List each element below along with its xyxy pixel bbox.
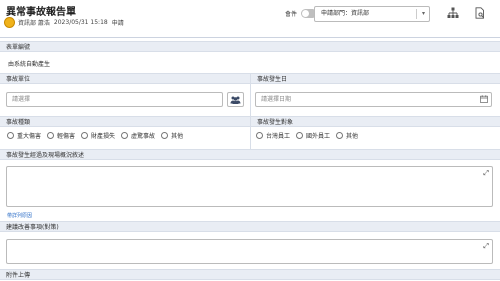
target-header: 事故發生對象 <box>251 116 500 127</box>
target-option[interactable]: 其他 <box>336 131 358 140</box>
target-radio-group: 台灣員工 國外員工 其他 <box>256 131 364 140</box>
calendar-icon[interactable] <box>480 95 488 103</box>
description-textarea[interactable]: ⤢ <box>6 166 493 207</box>
suggestion-header: 建議改善事項(對策) <box>0 221 500 232</box>
expand-icon[interactable]: ⤢ <box>483 169 489 178</box>
suggestion-textarea[interactable]: ⤢ <box>6 239 493 264</box>
pick-unit-button[interactable] <box>227 92 244 107</box>
attachment-header: 附件上傳 <box>0 269 500 280</box>
category-option[interactable]: 財產損失 <box>81 131 115 140</box>
date-header: 事故發生日 <box>251 73 500 84</box>
users-icon <box>230 96 241 104</box>
document-search-icon[interactable] <box>474 7 486 19</box>
form-number-header: 表單編號 <box>0 41 500 52</box>
expand-icon[interactable]: ⤢ <box>483 242 489 251</box>
applicant-meta: 資訊部 蕭浩 2023/05/31 15:18 申請 <box>4 16 128 28</box>
countersign-label: 會件 <box>285 11 298 18</box>
category-header: 事故種類 <box>0 116 250 127</box>
applicant-name: 資訊部 蕭浩 <box>18 19 50 27</box>
top-bar: 異常事故報告單 資訊部 蕭浩 2023/05/31 15:18 申請 會件 申請… <box>0 0 500 36</box>
select-divider <box>416 9 417 19</box>
unit-header: 事故單位 <box>0 73 250 84</box>
org-chart-icon[interactable] <box>447 7 459 19</box>
dept-select[interactable]: 申請部門：資訊部 ▾ <box>314 6 430 22</box>
category-option[interactable]: 其他 <box>161 131 183 140</box>
date-placeholder: 請選擇日期 <box>261 96 292 103</box>
avatar <box>4 16 15 28</box>
unit-input[interactable]: 請選擇 <box>6 92 223 107</box>
status-text: 申請 <box>111 19 124 27</box>
dept-select-value: 申請部門：資訊部 <box>321 10 370 17</box>
category-option[interactable]: 重大傷害 <box>7 131 41 140</box>
form-number-value: 由系統自動產生 <box>8 61 51 68</box>
column-divider <box>250 73 251 150</box>
target-option[interactable]: 台灣員工 <box>256 131 290 140</box>
form-area: 表單編號 由系統自動產生 事故單位 事故發生日 請選擇 請選擇日期 事故種類 事… <box>0 37 500 281</box>
target-option[interactable]: 國外員工 <box>296 131 330 140</box>
category-option[interactable]: 虛驚事故 <box>121 131 155 140</box>
category-option[interactable]: 輕傷害 <box>47 131 75 140</box>
restore-link[interactable]: 帶詳列原因 <box>7 212 32 219</box>
description-header: 事故發生經過及現場概況敘述 <box>0 149 500 160</box>
category-radio-group: 重大傷害 輕傷害 財產損失 虛驚事故 其他 <box>7 131 189 140</box>
countersign-toggle-group: 會件 <box>285 9 318 18</box>
chevron-down-icon: ▾ <box>421 10 425 17</box>
apply-datetime: 2023/05/31 15:18 <box>53 18 108 26</box>
date-input[interactable]: 請選擇日期 <box>255 92 492 107</box>
